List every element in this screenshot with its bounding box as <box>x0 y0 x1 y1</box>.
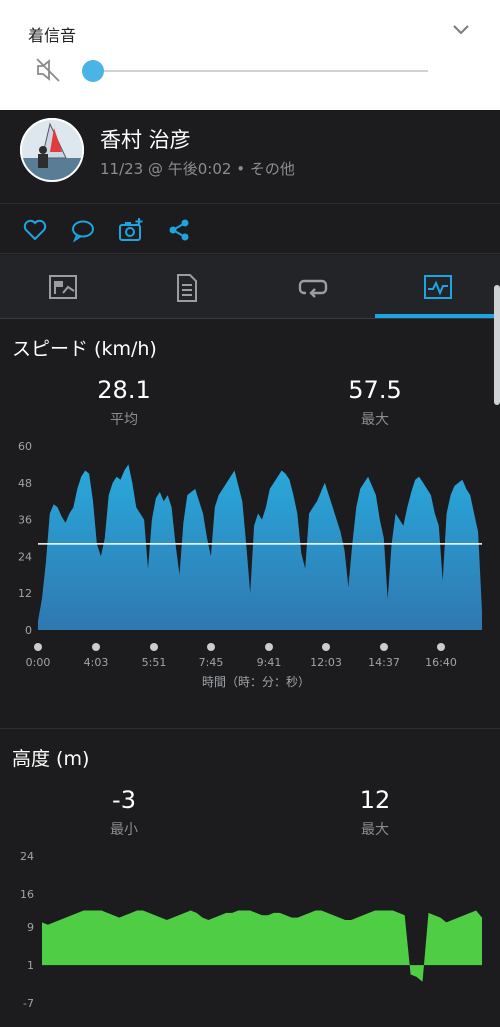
y-tick-label: -7 <box>23 997 34 1010</box>
scrollbar[interactable] <box>494 285 500 405</box>
x-tick-dot <box>92 643 100 651</box>
volume-slider-track[interactable] <box>92 70 428 72</box>
x-tick-dot <box>207 643 215 651</box>
y-tick-label: 36 <box>18 514 32 527</box>
speed-max-label: 最大 <box>361 412 389 428</box>
x-tick-label: 4:03 <box>84 656 109 669</box>
y-tick-label: 0 <box>25 624 32 637</box>
tab-bar <box>0 255 500 319</box>
x-tick-dot <box>380 643 388 651</box>
tab-overview[interactable] <box>0 255 125 319</box>
section-divider <box>0 728 500 729</box>
x-tick-label: 0:00 <box>26 656 51 669</box>
speed-title: スピード (km/h) <box>12 338 157 360</box>
y-tick-label: 48 <box>18 477 32 490</box>
loop-icon <box>298 279 328 298</box>
speed-avg-label: 平均 <box>110 412 138 428</box>
y-tick-label: 24 <box>18 550 32 563</box>
heart-icon[interactable] <box>22 217 48 243</box>
x-tick-label: 5:51 <box>142 656 167 669</box>
y-tick-label: 1 <box>27 959 34 972</box>
x-axis-label: 時間（時：分：秒） <box>202 675 310 689</box>
avatar[interactable] <box>20 118 84 182</box>
x-tick-label: 16:40 <box>425 656 457 669</box>
volume-title: 着信音 <box>28 26 77 45</box>
elevation-min-label: 最小 <box>110 822 138 838</box>
comment-icon[interactable] <box>70 217 96 243</box>
speed-area <box>38 464 482 630</box>
x-tick-dot <box>322 643 330 651</box>
x-tick-label: 12:03 <box>310 656 342 669</box>
elevation-area <box>42 910 482 982</box>
x-tick-label: 14:37 <box>368 656 400 669</box>
chart-icon <box>424 275 452 299</box>
post-header: 香村 治彦 11/23 @ 午後0:02 • その他 <box>0 110 500 204</box>
volume-slider-knob[interactable] <box>82 60 104 82</box>
speed-avg-value: 28.1 <box>97 376 151 404</box>
active-tab-indicator <box>375 314 500 318</box>
action-row <box>0 205 500 254</box>
speed-chart: 60 48 36 24 12 0 0:00 4:03 5:51 7:45 9:41 12:03 14:3… <box>18 440 482 689</box>
y-tick-label: 9 <box>27 921 34 934</box>
speaker-muted-icon[interactable] <box>34 56 62 84</box>
camera-plus-icon[interactable] <box>118 217 144 243</box>
speed-max-value: 57.5 <box>348 376 402 404</box>
elevation-min-value: -3 <box>112 786 136 814</box>
x-tick-dot <box>150 643 158 651</box>
chevron-down-icon[interactable] <box>450 22 472 38</box>
share-icon[interactable] <box>166 217 192 243</box>
y-tick-label: 16 <box>20 888 34 901</box>
y-tick-label: 12 <box>18 587 32 600</box>
tab-details[interactable] <box>125 255 250 319</box>
x-tick-label: 7:45 <box>199 656 224 669</box>
x-tick-dot <box>437 643 445 651</box>
user-name[interactable]: 香村 治彦 <box>100 124 191 154</box>
x-tick-dot <box>265 643 273 651</box>
flag-map-icon <box>49 275 77 299</box>
volume-panel: 着信音 <box>0 0 500 110</box>
elevation-max-label: 最大 <box>361 822 389 838</box>
post-meta: 11/23 @ 午後0:02 • その他 <box>100 160 295 178</box>
x-tick-dot <box>34 643 42 651</box>
elevation-title: 高度 (m) <box>12 748 90 770</box>
document-icon <box>177 274 197 302</box>
y-tick-label: 24 <box>20 850 34 863</box>
elevation-max-value: 12 <box>359 786 391 814</box>
elevation-chart: 24 16 9 1 -7 <box>20 850 482 1010</box>
x-tick-label: 9:41 <box>257 656 282 669</box>
y-tick-label: 60 <box>18 440 32 453</box>
tab-laps[interactable] <box>250 255 375 319</box>
tab-charts[interactable] <box>375 255 500 319</box>
